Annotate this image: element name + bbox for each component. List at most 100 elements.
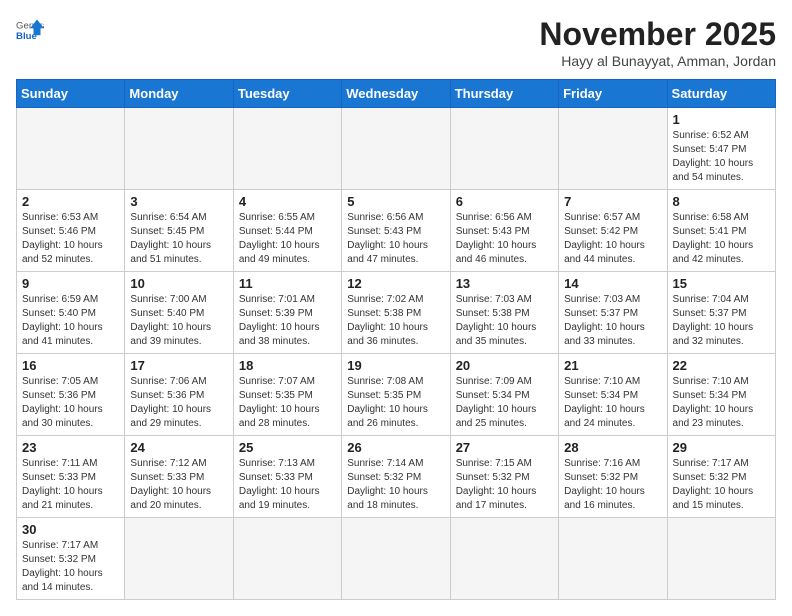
- day-number: 1: [673, 112, 770, 127]
- calendar-header-friday: Friday: [559, 80, 667, 108]
- calendar-cell: 27 Sunrise: 7:15 AM Sunset: 5:32 PM Dayli…: [450, 436, 558, 518]
- day-number: 14: [564, 276, 661, 291]
- calendar-cell: [667, 518, 775, 600]
- calendar-cell: [450, 518, 558, 600]
- day-info: Sunrise: 7:03 AM Sunset: 5:37 PM Dayligh…: [564, 293, 661, 349]
- calendar-header-saturday: Saturday: [667, 80, 775, 108]
- calendar-cell: 22 Sunrise: 7:10 AM Sunset: 5:34 PM Dayli…: [667, 354, 775, 436]
- day-number: 15: [673, 276, 770, 291]
- calendar-cell: 12Sunrise: 7:02 AM Sunset: 5:38 PM Dayli…: [342, 272, 450, 354]
- day-info: Sunrise: 7:13 AM Sunset: 5:33 PM Dayligh…: [239, 457, 336, 513]
- day-number: 5: [347, 194, 444, 209]
- day-number: 20: [456, 358, 553, 373]
- calendar-week-row: 30Sunrise: 7:17 AM Sunset: 5:32 PM Dayli…: [17, 518, 776, 600]
- calendar-cell: 4 Sunrise: 6:55 AM Sunset: 5:44 PM Daylig…: [233, 190, 341, 272]
- month-title: November 2025: [539, 16, 776, 53]
- calendar-cell: [233, 108, 341, 190]
- day-number: 17: [130, 358, 227, 373]
- day-number: 29: [673, 440, 770, 455]
- calendar-cell: 8Sunrise: 6:58 AM Sunset: 5:41 PM Daylig…: [667, 190, 775, 272]
- calendar-week-row: 23 Sunrise: 7:11 AM Sunset: 5:33 PM Dayli…: [17, 436, 776, 518]
- day-number: 16: [22, 358, 119, 373]
- calendar-cell: [559, 108, 667, 190]
- day-info: Sunrise: 6:56 AM Sunset: 5:43 PM Dayligh…: [347, 211, 444, 267]
- day-info: Sunrise: 7:12 AM Sunset: 5:33 PM Dayligh…: [130, 457, 227, 513]
- day-number: 18: [239, 358, 336, 373]
- day-info: Sunrise: 7:01 AM Sunset: 5:39 PM Dayligh…: [239, 293, 336, 349]
- calendar-cell: 18 Sunrise: 7:07 AM Sunset: 5:35 PM Dayli…: [233, 354, 341, 436]
- day-number: 11: [239, 276, 336, 291]
- calendar-cell: 24 Sunrise: 7:12 AM Sunset: 5:33 PM Dayli…: [125, 436, 233, 518]
- day-info: Sunrise: 7:09 AM Sunset: 5:34 PM Dayligh…: [456, 375, 553, 431]
- day-number: 30: [22, 522, 119, 537]
- day-number: 24: [130, 440, 227, 455]
- day-info: Sunrise: 7:10 AM Sunset: 5:34 PM Dayligh…: [673, 375, 770, 431]
- calendar-cell: 7 Sunrise: 6:57 AM Sunset: 5:42 PM Daylig…: [559, 190, 667, 272]
- day-info: Sunrise: 7:15 AM Sunset: 5:32 PM Dayligh…: [456, 457, 553, 513]
- calendar: SundayMondayTuesdayWednesdayThursdayFrid…: [16, 79, 776, 600]
- calendar-cell: 26 Sunrise: 7:14 AM Sunset: 5:32 PM Dayli…: [342, 436, 450, 518]
- calendar-week-row: 2 Sunrise: 6:53 AM Sunset: 5:46 PM Daylig…: [17, 190, 776, 272]
- day-number: 3: [130, 194, 227, 209]
- calendar-header-sunday: Sunday: [17, 80, 125, 108]
- calendar-cell: 19Sunrise: 7:08 AM Sunset: 5:35 PM Dayli…: [342, 354, 450, 436]
- day-number: 21: [564, 358, 661, 373]
- day-info: Sunrise: 7:14 AM Sunset: 5:32 PM Dayligh…: [347, 457, 444, 513]
- day-number: 7: [564, 194, 661, 209]
- calendar-cell: 10Sunrise: 7:00 AM Sunset: 5:40 PM Dayli…: [125, 272, 233, 354]
- calendar-header-thursday: Thursday: [450, 80, 558, 108]
- day-number: 12: [347, 276, 444, 291]
- day-info: Sunrise: 7:17 AM Sunset: 5:32 PM Dayligh…: [673, 457, 770, 513]
- calendar-cell: 30Sunrise: 7:17 AM Sunset: 5:32 PM Dayli…: [17, 518, 125, 600]
- calendar-header-row: SundayMondayTuesdayWednesdayThursdayFrid…: [17, 80, 776, 108]
- calendar-cell: 17Sunrise: 7:06 AM Sunset: 5:36 PM Dayli…: [125, 354, 233, 436]
- day-number: 26: [347, 440, 444, 455]
- day-number: 13: [456, 276, 553, 291]
- day-number: 2: [22, 194, 119, 209]
- calendar-cell: 29 Sunrise: 7:17 AM Sunset: 5:32 PM Dayli…: [667, 436, 775, 518]
- calendar-cell: 25 Sunrise: 7:13 AM Sunset: 5:33 PM Dayli…: [233, 436, 341, 518]
- day-info: Sunrise: 7:11 AM Sunset: 5:33 PM Dayligh…: [22, 457, 119, 513]
- calendar-cell: 16 Sunrise: 7:05 AM Sunset: 5:36 PM Dayli…: [17, 354, 125, 436]
- calendar-header-wednesday: Wednesday: [342, 80, 450, 108]
- calendar-cell: 6Sunrise: 6:56 AM Sunset: 5:43 PM Daylig…: [450, 190, 558, 272]
- day-number: 8: [673, 194, 770, 209]
- calendar-cell: [342, 518, 450, 600]
- calendar-cell: [125, 518, 233, 600]
- day-info: Sunrise: 6:53 AM Sunset: 5:46 PM Dayligh…: [22, 211, 119, 267]
- day-info: Sunrise: 6:54 AM Sunset: 5:45 PM Dayligh…: [130, 211, 227, 267]
- day-number: 28: [564, 440, 661, 455]
- header: General Blue November 2025 Hayy al Bunay…: [16, 16, 776, 69]
- calendar-week-row: 9Sunrise: 6:59 AM Sunset: 5:40 PM Daylig…: [17, 272, 776, 354]
- day-info: Sunrise: 6:55 AM Sunset: 5:44 PM Dayligh…: [239, 211, 336, 267]
- calendar-cell: 1 Sunrise: 6:52 AM Sunset: 5:47 PM Daylig…: [667, 108, 775, 190]
- day-info: Sunrise: 7:05 AM Sunset: 5:36 PM Dayligh…: [22, 375, 119, 431]
- calendar-cell: 3 Sunrise: 6:54 AM Sunset: 5:45 PM Daylig…: [125, 190, 233, 272]
- day-info: Sunrise: 6:52 AM Sunset: 5:47 PM Dayligh…: [673, 129, 770, 185]
- calendar-week-row: 1 Sunrise: 6:52 AM Sunset: 5:47 PM Daylig…: [17, 108, 776, 190]
- day-number: 23: [22, 440, 119, 455]
- location: Hayy al Bunayyat, Amman, Jordan: [539, 53, 776, 69]
- day-number: 6: [456, 194, 553, 209]
- calendar-cell: 21Sunrise: 7:10 AM Sunset: 5:34 PM Dayli…: [559, 354, 667, 436]
- day-number: 4: [239, 194, 336, 209]
- calendar-cell: [17, 108, 125, 190]
- day-number: 22: [673, 358, 770, 373]
- generalblue-logo-icon: General Blue: [16, 16, 44, 44]
- calendar-cell: 9Sunrise: 6:59 AM Sunset: 5:40 PM Daylig…: [17, 272, 125, 354]
- calendar-cell: 20 Sunrise: 7:09 AM Sunset: 5:34 PM Dayli…: [450, 354, 558, 436]
- day-info: Sunrise: 7:16 AM Sunset: 5:32 PM Dayligh…: [564, 457, 661, 513]
- day-number: 27: [456, 440, 553, 455]
- day-info: Sunrise: 6:57 AM Sunset: 5:42 PM Dayligh…: [564, 211, 661, 267]
- logo: General Blue: [16, 16, 44, 44]
- calendar-cell: 14 Sunrise: 7:03 AM Sunset: 5:37 PM Dayli…: [559, 272, 667, 354]
- calendar-cell: [125, 108, 233, 190]
- calendar-cell: 2 Sunrise: 6:53 AM Sunset: 5:46 PM Daylig…: [17, 190, 125, 272]
- calendar-cell: 28 Sunrise: 7:16 AM Sunset: 5:32 PM Dayli…: [559, 436, 667, 518]
- calendar-cell: 15Sunrise: 7:04 AM Sunset: 5:37 PM Dayli…: [667, 272, 775, 354]
- calendar-week-row: 16 Sunrise: 7:05 AM Sunset: 5:36 PM Dayli…: [17, 354, 776, 436]
- day-number: 25: [239, 440, 336, 455]
- calendar-header-monday: Monday: [125, 80, 233, 108]
- title-area: November 2025 Hayy al Bunayyat, Amman, J…: [539, 16, 776, 69]
- day-info: Sunrise: 7:07 AM Sunset: 5:35 PM Dayligh…: [239, 375, 336, 431]
